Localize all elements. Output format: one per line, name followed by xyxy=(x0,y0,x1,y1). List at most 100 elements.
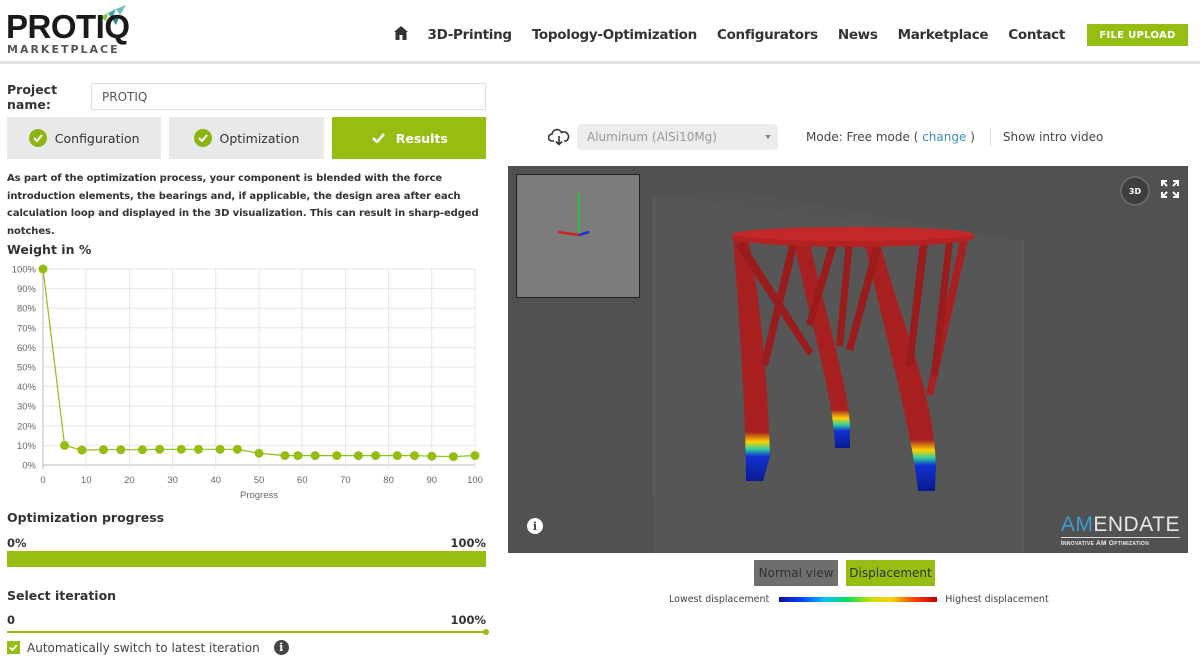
brand-rest: ENDATE xyxy=(1093,513,1180,536)
file-upload-button[interactable]: FILE UPLOAD xyxy=(1087,24,1188,46)
y-tick-label: 20% xyxy=(17,421,37,432)
left-panel: Project name: Configuration Optimization… xyxy=(7,82,486,240)
divider xyxy=(989,128,991,146)
y-tick-label: 40% xyxy=(17,382,37,393)
data-point xyxy=(310,451,320,461)
logo-wordmark: PROTIQ xyxy=(6,8,130,45)
progress-min-label: 0% xyxy=(7,536,27,550)
check-circle-icon xyxy=(28,129,47,147)
x-tick-label: 10 xyxy=(81,475,92,486)
x-tick-label: 20 xyxy=(124,475,135,486)
x-tick-label: 0 xyxy=(40,475,45,486)
logo-subtitle: MARKETPLACE xyxy=(7,43,120,56)
chevron-down-icon xyxy=(765,135,771,139)
data-point xyxy=(215,444,225,454)
material-value: Aluminum (AlSi10Mg) xyxy=(587,130,717,144)
checkmark-icon xyxy=(9,644,18,651)
legend-low-label: Lowest displacement xyxy=(669,594,770,605)
protiq-logo[interactable]: PROTIQ MARKETPLACE xyxy=(6,5,136,60)
data-point xyxy=(98,445,108,455)
data-point xyxy=(155,444,165,454)
data-point xyxy=(293,451,303,461)
check-circle-icon xyxy=(193,129,212,147)
iteration-max-label: 100% xyxy=(450,613,486,627)
data-point xyxy=(176,444,186,454)
x-tick-label: 40 xyxy=(211,475,222,486)
x-tick-label: 70 xyxy=(340,475,351,486)
data-point xyxy=(38,264,48,274)
data-point xyxy=(254,448,264,458)
nav-marketplace[interactable]: Marketplace xyxy=(898,27,989,43)
home-icon[interactable] xyxy=(393,25,409,41)
change-mode-link[interactable]: change xyxy=(922,130,966,144)
tab-label: Optimization xyxy=(219,130,300,146)
optimization-progress-labels: 0% 100% xyxy=(7,536,486,550)
data-point xyxy=(392,451,402,461)
mode-suffix: ) xyxy=(970,130,975,144)
data-point xyxy=(371,451,381,461)
x-tick-label: 80 xyxy=(383,475,394,486)
fullscreen-icon[interactable] xyxy=(1160,179,1180,199)
data-point xyxy=(470,451,480,461)
normal-view-button[interactable]: Normal view xyxy=(754,560,838,586)
data-point xyxy=(77,445,87,455)
legend-high-label: Highest displacement xyxy=(945,594,1049,605)
auto-switch-label[interactable]: Automatically switch to latest iteration xyxy=(27,641,260,655)
progress-max-label: 100% xyxy=(450,536,486,550)
y-tick-label: 50% xyxy=(17,363,37,374)
progress-fill xyxy=(7,551,486,567)
cloud-download-icon[interactable] xyxy=(548,128,570,146)
project-name-input[interactable] xyxy=(91,83,486,110)
step-tabs: Configuration Optimization Results xyxy=(7,117,486,159)
project-name-row: Project name: xyxy=(7,82,486,112)
viewer-toolbar: Aluminum (AlSi10Mg) Mode: Free mode ( ch… xyxy=(548,124,1103,150)
brand-tagline: Innovative AM Optimization xyxy=(1060,540,1150,547)
tab-results[interactable]: Results xyxy=(331,117,486,159)
nav-3d-printing[interactable]: 3D-Printing xyxy=(428,27,513,43)
show-intro-video-link[interactable]: Show intro video xyxy=(1003,130,1103,144)
material-select[interactable]: Aluminum (AlSi10Mg) xyxy=(577,124,778,150)
data-point xyxy=(232,444,242,454)
data-point xyxy=(194,444,204,454)
displacement-color-scale xyxy=(779,597,938,602)
3d-viewer[interactable]: 3D i AMENDATE Innovative AM Optimization xyxy=(508,166,1188,553)
nav-topology-optimization[interactable]: Topology-Optimization xyxy=(532,27,697,43)
check-icon xyxy=(370,129,388,147)
weight-chart: 0% 10% 20% 30% 40% 50% 60% 70% 80% 90% 100% 0 10 20 30… xyxy=(12,264,483,501)
y-tick-label: 70% xyxy=(17,323,37,334)
info-icon[interactable]: i xyxy=(273,640,289,655)
data-point xyxy=(280,451,290,461)
y-tick-label: 100% xyxy=(12,265,37,276)
y-tick-label: 10% xyxy=(17,441,37,452)
nav-configurators[interactable]: Configurators xyxy=(717,27,818,43)
view-mode-buttons: Normal view Displacement xyxy=(754,560,935,586)
y-tick-label: 0% xyxy=(22,461,36,472)
y-tick-label: 60% xyxy=(17,343,37,354)
main-nav: 3D-Printing Topology-Optimization Config… xyxy=(393,24,1188,46)
3d-view-toggle-button[interactable]: 3D xyxy=(1120,176,1150,206)
data-point xyxy=(410,451,420,461)
site-header: PROTIQ MARKETPLACE 3D-Printing Topology-… xyxy=(0,0,1200,64)
iteration-slider-handle[interactable] xyxy=(483,629,489,635)
mode-text: Mode: Free mode ( xyxy=(806,130,919,144)
displacement-legend: Lowest displacement Highest displacement xyxy=(669,594,1049,605)
tab-label: Configuration xyxy=(54,130,140,146)
data-point xyxy=(353,451,363,461)
nav-contact[interactable]: Contact xyxy=(1008,27,1065,43)
nav-news[interactable]: News xyxy=(838,27,878,43)
tab-optimization[interactable]: Optimization xyxy=(169,117,324,159)
x-tick-label: 100 xyxy=(467,475,483,486)
chart-title: Weight in % xyxy=(7,242,92,257)
x-tick-label: 60 xyxy=(297,475,308,486)
scrollbar[interactable] xyxy=(1188,166,1200,553)
viewer-info-icon[interactable]: i xyxy=(527,518,543,534)
auto-switch-checkbox[interactable] xyxy=(7,641,20,654)
iteration-slider[interactable] xyxy=(7,629,489,635)
brand-am: AM xyxy=(1060,513,1094,536)
data-point xyxy=(332,451,342,461)
y-tick-label: 30% xyxy=(17,402,37,413)
tab-configuration[interactable]: Configuration xyxy=(7,117,162,159)
displacement-button[interactable]: Displacement xyxy=(846,560,935,586)
data-point xyxy=(116,445,126,455)
data-point xyxy=(60,440,70,450)
